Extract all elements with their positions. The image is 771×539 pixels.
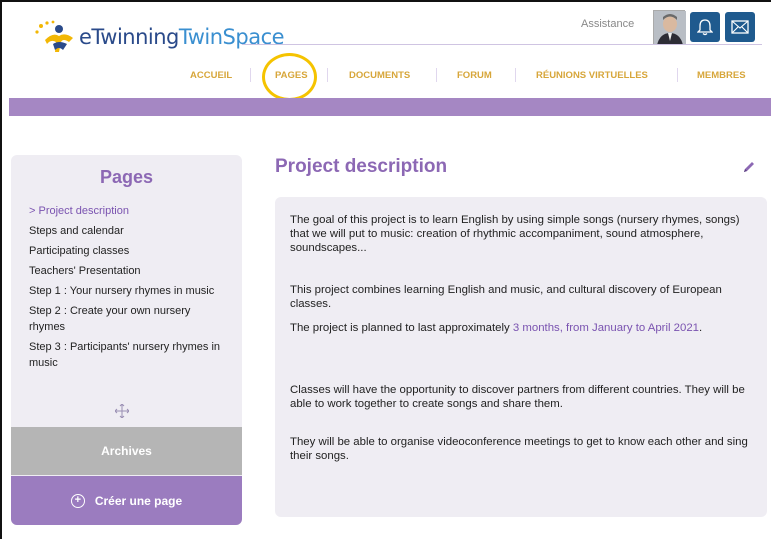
etwinning-logo[interactable]: eTwinningTwinSpace: [33, 20, 285, 54]
nav-separator: [677, 68, 678, 82]
nav-divider-line: [242, 44, 762, 45]
sidebar-item-step-3[interactable]: Step 3 : Participants' nursery rhymes in…: [29, 339, 229, 371]
logo-figure-icon: [33, 20, 77, 54]
content-box: The goal of this project is to learn Eng…: [275, 197, 767, 517]
nav-separator: [515, 68, 516, 82]
paragraph-discover: Classes will have the opportunity to dis…: [290, 384, 745, 410]
page-title: Project description: [275, 156, 448, 177]
page-list: > Project description Steps and calendar…: [29, 203, 229, 375]
paragraph-goal: The goal of this project is to learn Eng…: [290, 214, 740, 254]
mail-icon[interactable]: [725, 12, 755, 42]
nav-documents[interactable]: DOCUMENTS: [349, 70, 410, 81]
header: eTwinningTwinSpace Assistance: [9, 6, 771, 102]
assistance-link[interactable]: Assistance: [581, 18, 634, 30]
nav-reunions-virtuelles[interactable]: RÉUNIONS VIRTUELLES: [536, 70, 648, 81]
pencil-icon[interactable]: [742, 160, 756, 179]
move-icon[interactable]: [114, 403, 130, 421]
paragraph-duration: The project is planned to last approxima…: [290, 321, 760, 335]
plus-icon: +: [70, 493, 85, 508]
nav-forum[interactable]: FORUM: [457, 70, 492, 81]
paragraph-videoconference: They will be able to organise videoconfe…: [290, 436, 748, 462]
avatar[interactable]: [653, 10, 686, 45]
logo-text-twinspace: TwinSpace: [178, 25, 285, 49]
sidebar-item-teachers-presentation[interactable]: Teachers' Presentation: [29, 263, 229, 279]
duration-end: .: [699, 322, 703, 334]
sidebar-title: Pages: [99, 167, 154, 187]
sidebar-item-project-description[interactable]: > Project description: [29, 203, 229, 219]
duration-highlight: 3 months, from January to April 2021: [512, 322, 700, 334]
sidebar-item-step-1[interactable]: Step 1 : Your nursery rhymes in music: [29, 283, 229, 299]
sidebar: Pages > Project description Steps and ca…: [11, 155, 242, 525]
create-page-label: Créer une page: [94, 493, 183, 508]
nav-accueil[interactable]: ACCUEIL: [190, 70, 232, 81]
sidebar-item-participating-classes[interactable]: Participating classes: [29, 243, 229, 259]
duration-text: The project is planned to last approxima…: [290, 322, 513, 334]
nav-membres[interactable]: MEMBRES: [697, 70, 746, 81]
header-band: [9, 98, 771, 116]
logo-text-etwinning: eTwinning: [79, 25, 179, 49]
paragraph-combines: This project combines learning English a…: [290, 284, 722, 310]
nav-separator: [327, 68, 328, 82]
sidebar-item-step-2[interactable]: Step 2 : Create your own nursery rhymes: [29, 303, 229, 335]
highlight-circle: [262, 53, 317, 101]
create-page-button[interactable]: + Créer une page: [11, 476, 242, 525]
archives-button[interactable]: Archives: [11, 427, 242, 475]
bell-icon[interactable]: [690, 12, 720, 42]
nav-separator: [250, 68, 251, 82]
sidebar-item-steps-calendar[interactable]: Steps and calendar: [29, 223, 229, 239]
nav-separator: [436, 68, 437, 82]
